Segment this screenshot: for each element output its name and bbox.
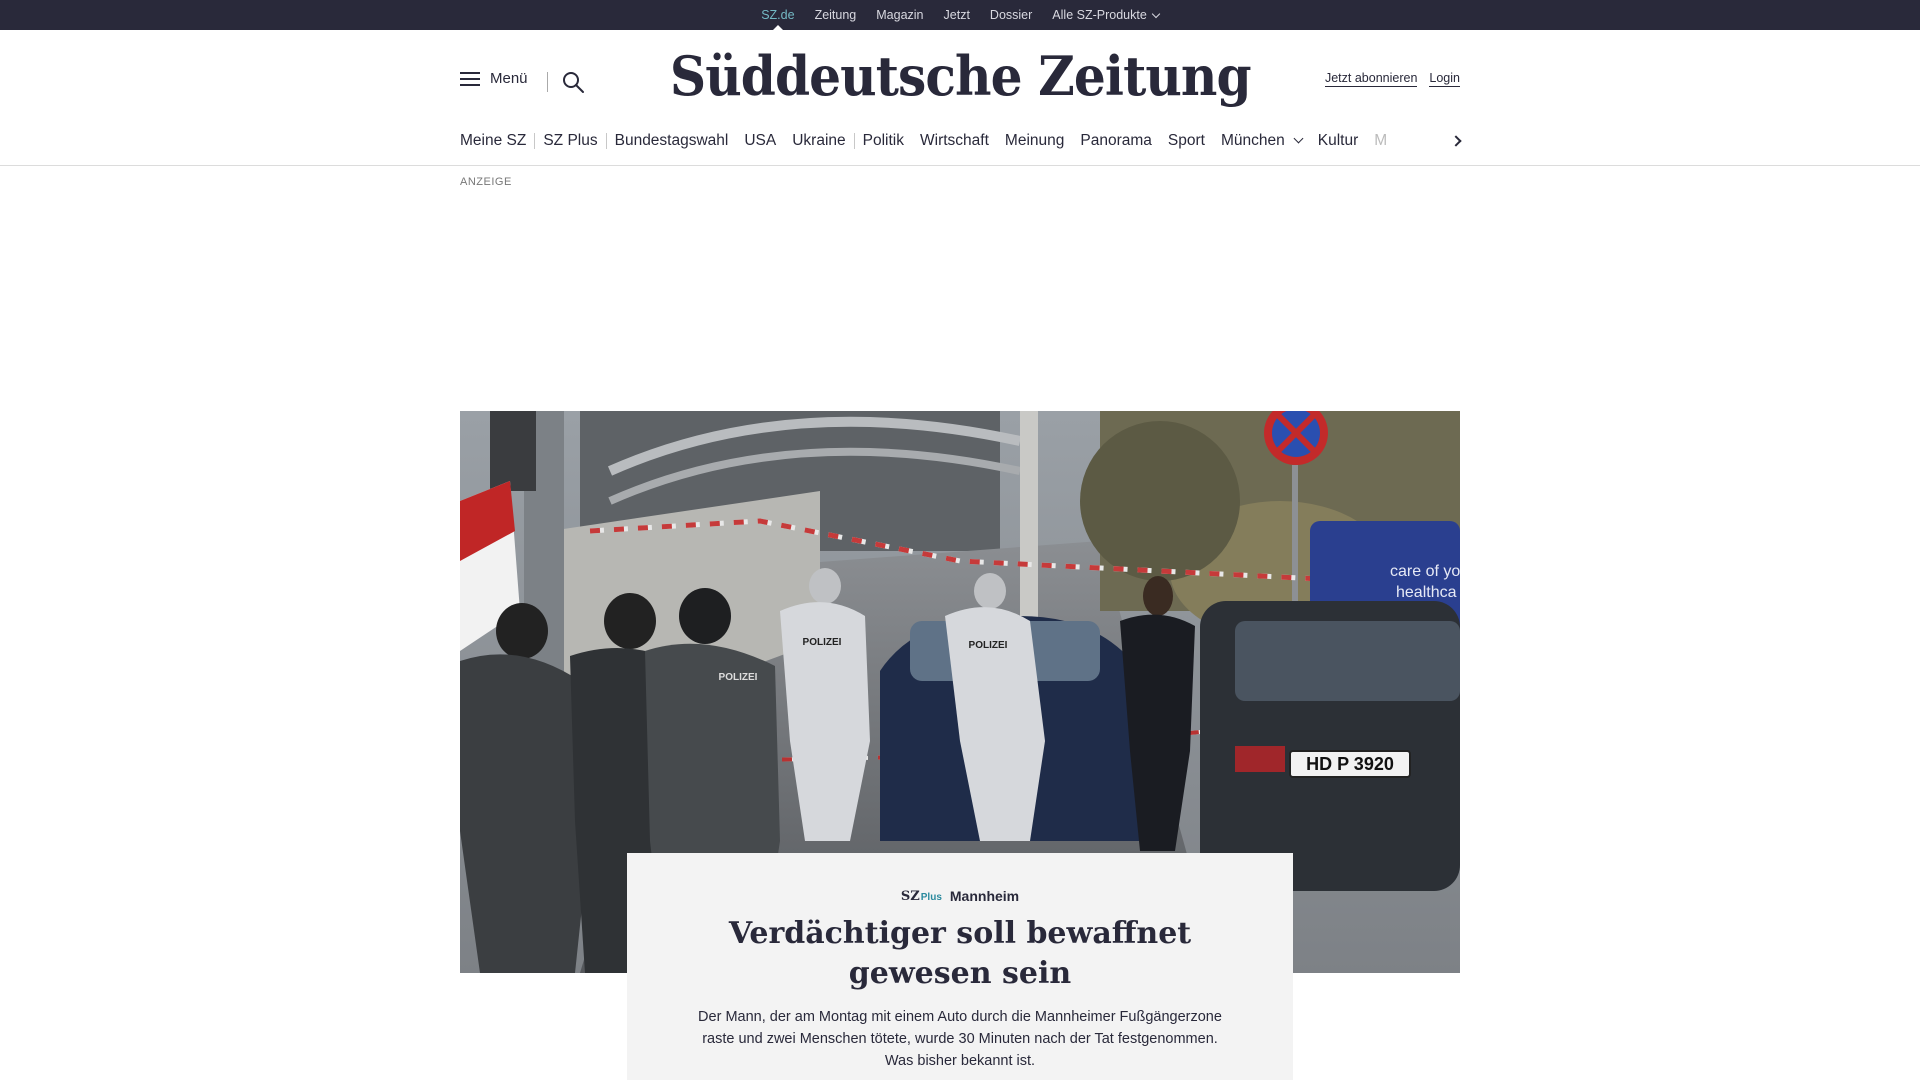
van-text-1: care of yo xyxy=(1390,563,1460,580)
account-links: Jetzt abonnieren Login xyxy=(1324,71,1460,87)
article-kicker: SZPlus Mannheim xyxy=(627,888,1293,904)
nav-item-meine-sz[interactable]: Meine SZ xyxy=(460,132,534,150)
chevron-down-icon xyxy=(1293,133,1304,144)
kicker-label: Mannheim xyxy=(949,888,1020,904)
article-teaser[interactable]: SZPlus Mannheim Verdächtiger soll bewaff… xyxy=(627,853,1293,1080)
ad-label: ANZEIGE xyxy=(460,176,512,188)
nav-item-kultur[interactable]: Kultur xyxy=(1310,132,1367,150)
chevron-right-icon xyxy=(1450,135,1462,147)
nav-item-wirtschaft[interactable]: Wirtschaft xyxy=(912,132,997,150)
nav-item-meinung[interactable]: Meinung xyxy=(997,132,1072,150)
nav-item-usa[interactable]: USA xyxy=(736,132,784,150)
topbar-link-dossier[interactable]: Dossier xyxy=(990,8,1032,22)
nav-item-sz-plus[interactable]: SZ Plus xyxy=(535,132,605,150)
chevron-down-icon xyxy=(1151,9,1161,19)
nav-item-muenchen[interactable]: München xyxy=(1213,132,1310,150)
nav-item-panorama[interactable]: Panorama xyxy=(1072,132,1160,150)
van-text-2: healthca xyxy=(1396,584,1457,601)
site-logo[interactable]: Süddeutsche Zeitung xyxy=(0,44,1920,108)
topbar-link-sz[interactable]: SZ.de xyxy=(761,8,794,22)
nav-item-politik[interactable]: Politik xyxy=(855,132,912,150)
article-headline[interactable]: Verdächtiger soll bewaffnet gewesen sein xyxy=(680,914,1240,994)
article-summary: Der Mann, der am Montag mit einem Auto d… xyxy=(698,1009,1222,1069)
all-products-dropdown[interactable]: Alle SZ-Produkte xyxy=(1052,8,1161,22)
product-links: SZ.de Zeitung Magazin Jetzt Dossier Alle… xyxy=(761,8,1161,22)
vest-label: POLIZEI xyxy=(719,672,758,683)
login-link[interactable]: Login xyxy=(1429,71,1460,87)
vest-label: POLIZEI xyxy=(969,640,1008,651)
sz-plus-badge: SZPlus xyxy=(901,889,942,904)
topbar-link-jetzt[interactable]: Jetzt xyxy=(944,8,970,22)
vest-label: POLIZEI xyxy=(803,637,842,648)
nav-scroll-right-button[interactable] xyxy=(1448,129,1464,153)
nav-item-muenchen-label: München xyxy=(1220,132,1285,149)
nav-item-ukraine[interactable]: Ukraine xyxy=(784,132,853,150)
topbar-link-magazin[interactable]: Magazin xyxy=(876,8,923,22)
license-plate: HD P 3920 xyxy=(1306,754,1394,774)
nav-item-bundestagswahl[interactable]: Bundestagswahl xyxy=(607,132,737,150)
all-products-label: Alle SZ-Produkte xyxy=(1052,8,1147,22)
top-bar: SZ.de Zeitung Magazin Jetzt Dossier Alle… xyxy=(0,0,1920,30)
section-nav: Meine SZ SZ Plus Bundestagswahl USA Ukra… xyxy=(460,129,1460,153)
topbar-link-zeitung[interactable]: Zeitung xyxy=(815,8,857,22)
nav-item-truncated[interactable]: M xyxy=(1366,132,1395,150)
logo-text: Süddeutsche Zeitung xyxy=(669,44,1252,108)
sz-plus-badge-plus: Plus xyxy=(920,891,942,903)
subscribe-link[interactable]: Jetzt abonnieren xyxy=(1324,71,1418,87)
site-header: Menü Süddeutsche Zeitung Jetzt abonniere… xyxy=(0,30,1920,166)
sz-plus-badge-sz: SZ xyxy=(900,888,920,904)
nav-item-sport[interactable]: Sport xyxy=(1160,132,1213,150)
